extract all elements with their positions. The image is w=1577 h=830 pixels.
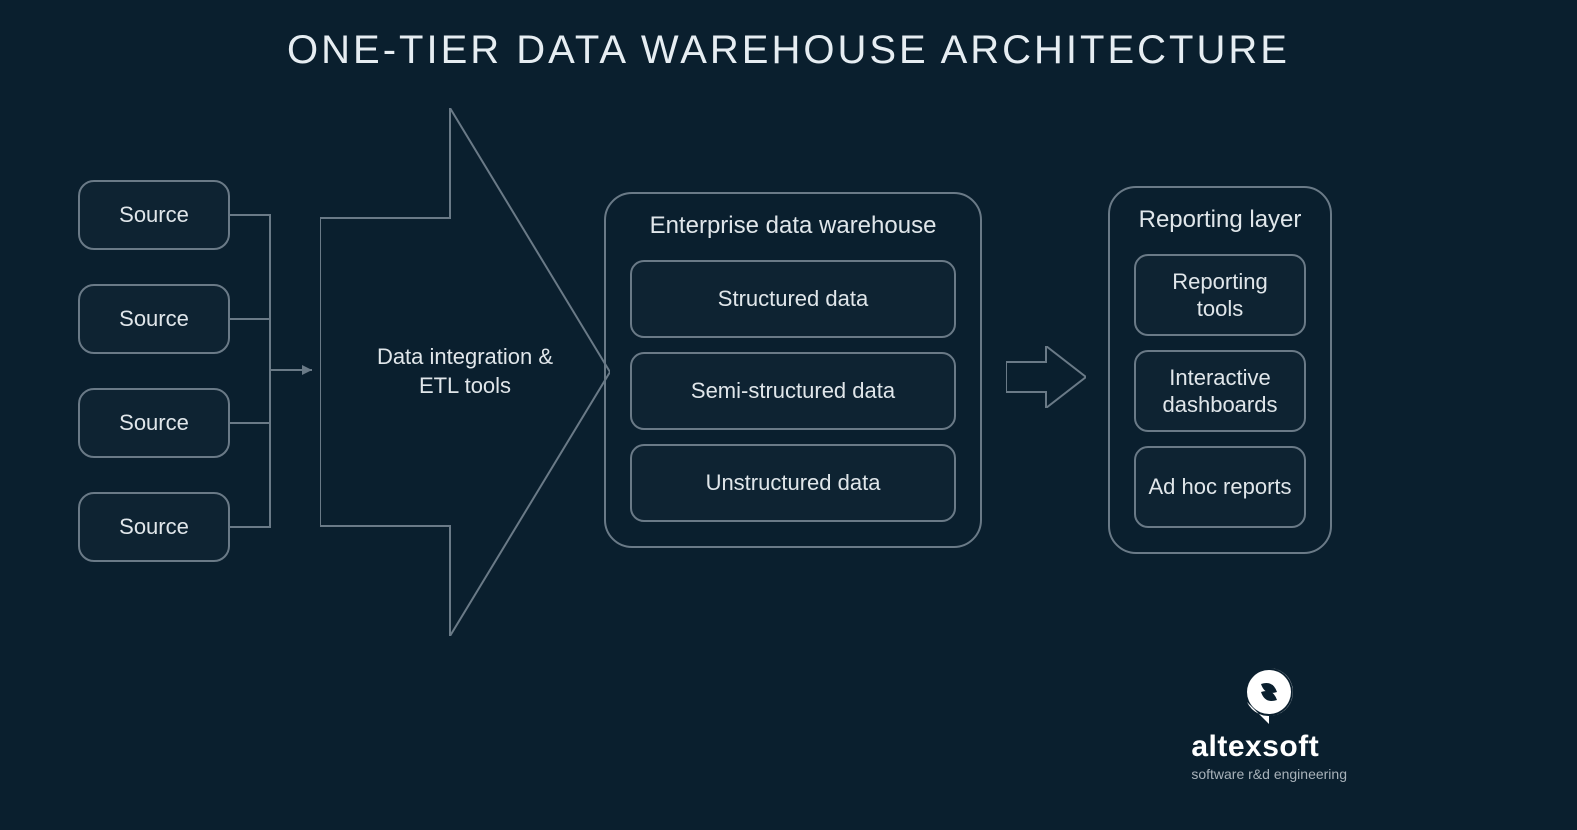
reporting-item: Ad hoc reports bbox=[1134, 446, 1306, 528]
warehouse-item: Semi-structured data bbox=[630, 352, 956, 430]
warehouse-item: Structured data bbox=[630, 260, 956, 338]
brand-tagline: software r&d engineering bbox=[1191, 766, 1347, 782]
source-box: Source bbox=[78, 180, 230, 250]
source-box: Source bbox=[78, 388, 230, 458]
warehouse-title: Enterprise data warehouse bbox=[630, 212, 956, 240]
etl-arrow: Data integration & ETL tools bbox=[320, 108, 610, 636]
reporting-title: Reporting layer bbox=[1134, 206, 1306, 234]
source-box: Source bbox=[78, 492, 230, 562]
warehouse-item: Unstructured data bbox=[630, 444, 956, 522]
reporting-item: Reporting tools bbox=[1134, 254, 1306, 336]
brand-name: altexsoft bbox=[1191, 730, 1347, 764]
etl-label: Data integration & ETL tools bbox=[365, 343, 565, 400]
reporting-panel: Reporting layer Reporting tools Interact… bbox=[1108, 186, 1332, 554]
brand-logo: altexsoft software r&d engineering bbox=[1191, 664, 1347, 782]
warehouse-panel: Enterprise data warehouse Structured dat… bbox=[604, 192, 982, 548]
source-connectors bbox=[230, 180, 324, 562]
source-box: Source bbox=[78, 284, 230, 354]
diagram-title: ONE-TIER DATA WAREHOUSE ARCHITECTURE bbox=[0, 28, 1577, 73]
flow-arrow-icon bbox=[1006, 346, 1086, 408]
brand-mark-icon bbox=[1239, 664, 1299, 724]
reporting-item: Interactive dashboards bbox=[1134, 350, 1306, 432]
